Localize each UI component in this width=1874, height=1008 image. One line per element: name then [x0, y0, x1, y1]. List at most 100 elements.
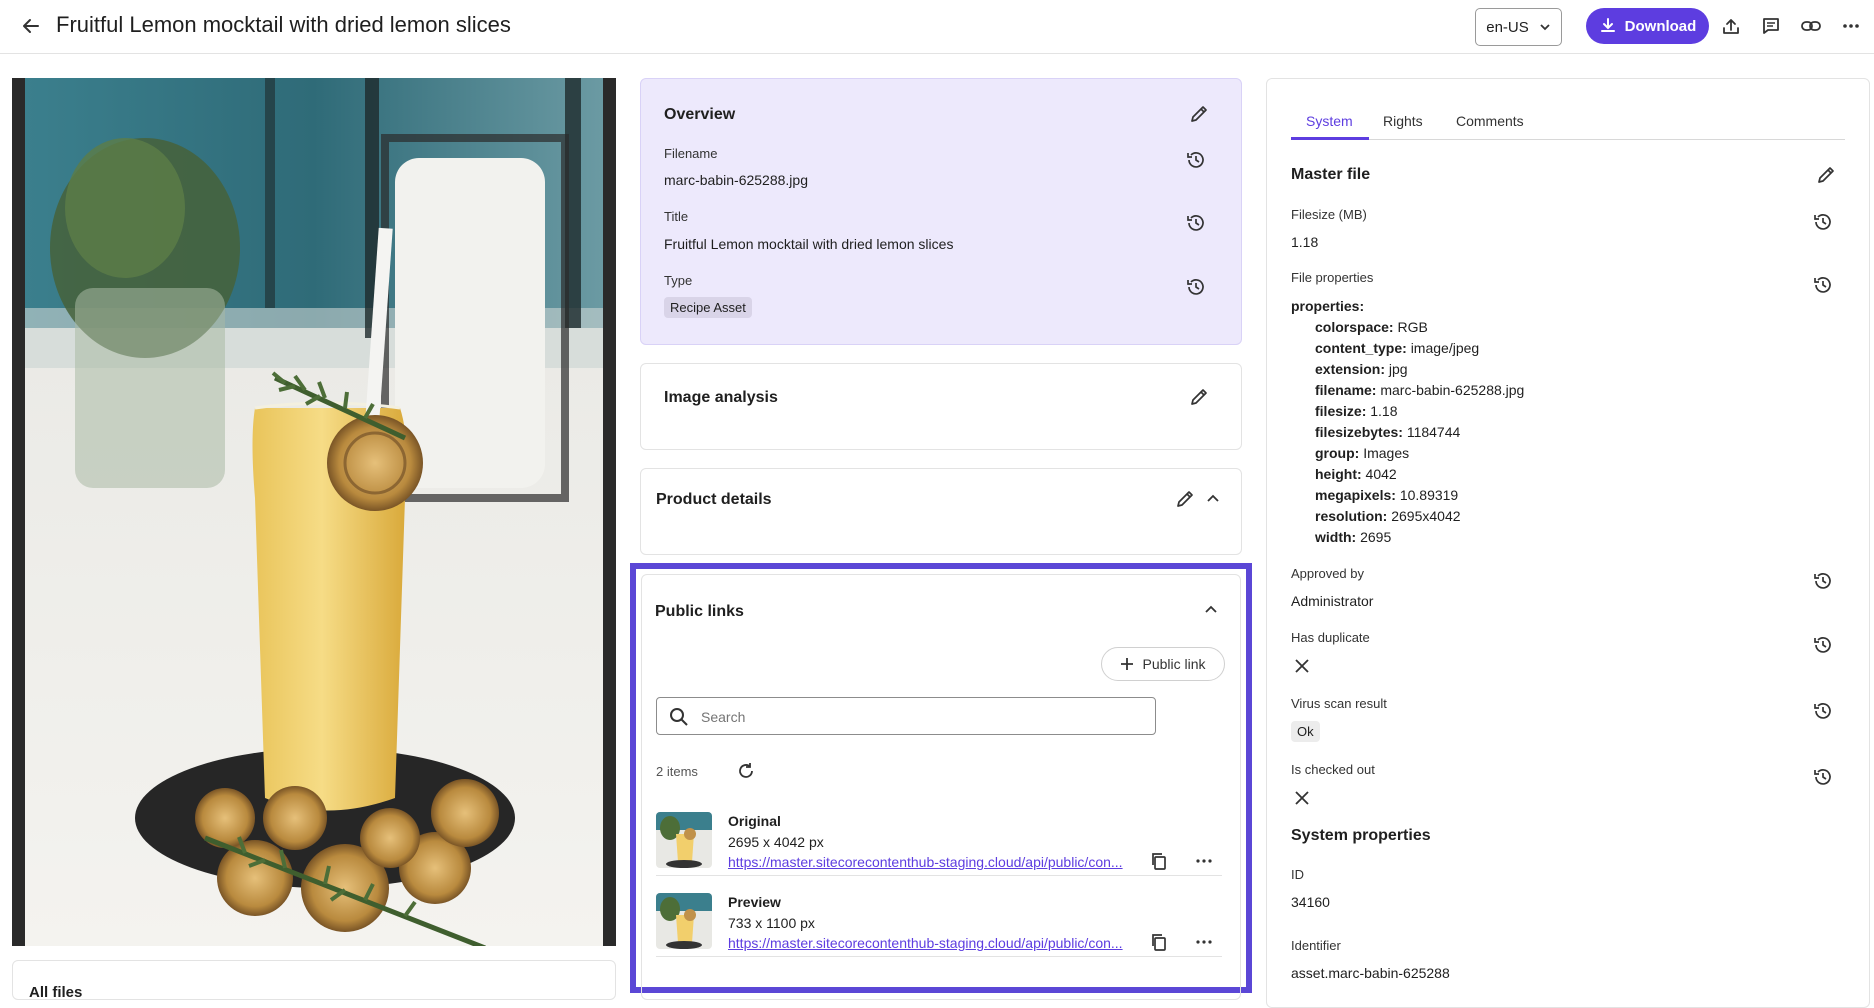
all-files-panel[interactable]: All files	[12, 960, 616, 1001]
product-details-title: Product details	[656, 491, 772, 508]
title-value: Fruitful Lemon mocktail with dried lemon…	[664, 236, 954, 252]
link-icon[interactable]	[1798, 13, 1824, 39]
tab-comments[interactable]: Comments	[1456, 113, 1524, 129]
search-input[interactable]	[701, 707, 1141, 727]
edit-image-analysis-pencil-icon[interactable]	[1188, 386, 1210, 408]
history-icon[interactable]	[1812, 700, 1834, 722]
property-line: megapixels: 10.89319	[1315, 487, 1459, 503]
approved-by-value: Administrator	[1291, 593, 1374, 609]
top-bar: Fruitful Lemon mocktail with dried lemon…	[0, 0, 1874, 54]
history-icon[interactable]	[1812, 211, 1834, 233]
edit-master-file-pencil-icon[interactable]	[1815, 164, 1837, 186]
title-label: Title	[664, 209, 689, 224]
plus-icon	[1121, 658, 1134, 670]
copy-icon[interactable]	[1148, 850, 1170, 872]
master-file-title: Master file	[1291, 166, 1371, 183]
asset-preview[interactable]	[12, 78, 616, 946]
side-panel-tabs: System Rights Comments	[1291, 106, 1845, 140]
locale-value: en-US	[1486, 18, 1529, 36]
checked-out-label: Is checked out	[1291, 762, 1375, 777]
property-line: resolution: 2695x4042	[1315, 508, 1461, 524]
property-line: height: 4042	[1315, 466, 1397, 482]
link-url[interactable]: https://master.sitecorecontenthub-stagin…	[728, 935, 1138, 951]
system-properties-title: System properties	[1291, 827, 1431, 844]
more-horizontal-icon[interactable]	[1193, 850, 1215, 872]
tab-system[interactable]: System	[1306, 113, 1353, 129]
property-line: filesizebytes: 1184744	[1315, 424, 1461, 440]
history-icon[interactable]	[1812, 570, 1834, 592]
chevron-up-icon[interactable]	[1202, 488, 1224, 510]
property-line: colorspace: RGB	[1315, 319, 1428, 335]
comment-icon[interactable]	[1758, 13, 1784, 39]
asset-image	[25, 78, 603, 946]
public-link-row[interactable]: Original 2695 x 4042 px https://master.s…	[656, 804, 1222, 876]
more-horizontal-icon[interactable]	[1838, 13, 1864, 39]
search-icon	[670, 708, 688, 726]
link-dimensions: 2695 x 4042 px	[728, 834, 824, 850]
image-analysis-card: Image analysis	[640, 363, 1242, 450]
link-dimensions: 733 x 1100 px	[728, 915, 815, 931]
locale-select[interactable]: en-US	[1475, 8, 1562, 46]
filename-value: marc-babin-625288.jpg	[664, 172, 808, 188]
property-line: width: 2695	[1315, 529, 1392, 545]
active-tab-indicator	[1291, 137, 1369, 140]
x-icon	[1295, 791, 1309, 805]
tab-rights[interactable]: Rights	[1383, 113, 1423, 129]
virus-scan-label: Virus scan result	[1291, 696, 1387, 711]
upload-icon[interactable]	[1718, 13, 1744, 39]
link-thumbnail	[656, 812, 712, 868]
add-public-link-label: Public link	[1142, 656, 1206, 672]
id-value: 34160	[1291, 894, 1330, 910]
public-links-title: Public links	[655, 603, 744, 620]
image-analysis-title: Image analysis	[664, 389, 778, 406]
more-horizontal-icon[interactable]	[1193, 931, 1215, 953]
link-thumbnail	[656, 893, 712, 949]
properties-heading: properties:	[1291, 298, 1365, 314]
approved-by-label: Approved by	[1291, 566, 1364, 581]
back-arrow-icon[interactable]	[18, 13, 44, 39]
public-link-row[interactable]: Preview 733 x 1100 px https://master.sit…	[656, 885, 1222, 957]
public-links-search[interactable]	[656, 697, 1156, 735]
type-label: Type	[664, 273, 693, 288]
property-line: filesize: 1.18	[1315, 403, 1398, 419]
filename-label: Filename	[664, 146, 718, 161]
link-name: Original	[728, 813, 781, 829]
file-properties-label: File properties	[1291, 270, 1374, 285]
edit-product-details-pencil-icon[interactable]	[1174, 488, 1196, 510]
virus-scan-chip: Ok	[1291, 721, 1320, 742]
identifier-label: Identifier	[1291, 938, 1341, 953]
add-public-link-button[interactable]: Public link	[1101, 647, 1225, 681]
link-name: Preview	[728, 894, 781, 910]
identifier-value: asset.marc-babin-625288	[1291, 965, 1450, 981]
property-line: extension: jpg	[1315, 361, 1408, 377]
overview-title: Overview	[664, 106, 736, 123]
download-button[interactable]: Download	[1586, 8, 1709, 44]
download-label: Download	[1624, 17, 1697, 35]
property-line: content_type: image/jpeg	[1315, 340, 1480, 356]
download-icon	[1600, 18, 1615, 32]
product-details-card: Product details	[640, 468, 1242, 555]
history-icon[interactable]	[1812, 274, 1834, 296]
items-count: 2 items	[656, 764, 698, 779]
filesize-label: Filesize (MB)	[1291, 207, 1367, 222]
chevron-up-icon[interactable]	[1200, 599, 1222, 621]
x-icon	[1295, 659, 1309, 673]
refresh-icon[interactable]	[735, 760, 757, 782]
filesize-value: 1.18	[1291, 234, 1319, 250]
page-title: Fruitful Lemon mocktail with dried lemon…	[56, 12, 511, 37]
chevron-down-icon	[1540, 24, 1550, 31]
history-icon[interactable]	[1185, 212, 1207, 234]
property-line: filename: marc-babin-625288.jpg	[1315, 382, 1525, 398]
link-url[interactable]: https://master.sitecorecontenthub-stagin…	[728, 854, 1138, 870]
history-icon[interactable]	[1812, 634, 1834, 656]
type-chip: Recipe Asset	[664, 297, 752, 318]
property-line: group: Images	[1315, 445, 1410, 461]
overview-card: Overview Filename marc-babin-625288.jpg …	[640, 78, 1242, 345]
copy-icon[interactable]	[1148, 931, 1170, 953]
history-icon[interactable]	[1812, 766, 1834, 788]
history-icon[interactable]	[1185, 276, 1207, 298]
id-label: ID	[1291, 867, 1304, 882]
has-duplicate-label: Has duplicate	[1291, 630, 1370, 645]
history-icon[interactable]	[1185, 149, 1207, 171]
edit-overview-pencil-icon[interactable]	[1188, 103, 1210, 125]
